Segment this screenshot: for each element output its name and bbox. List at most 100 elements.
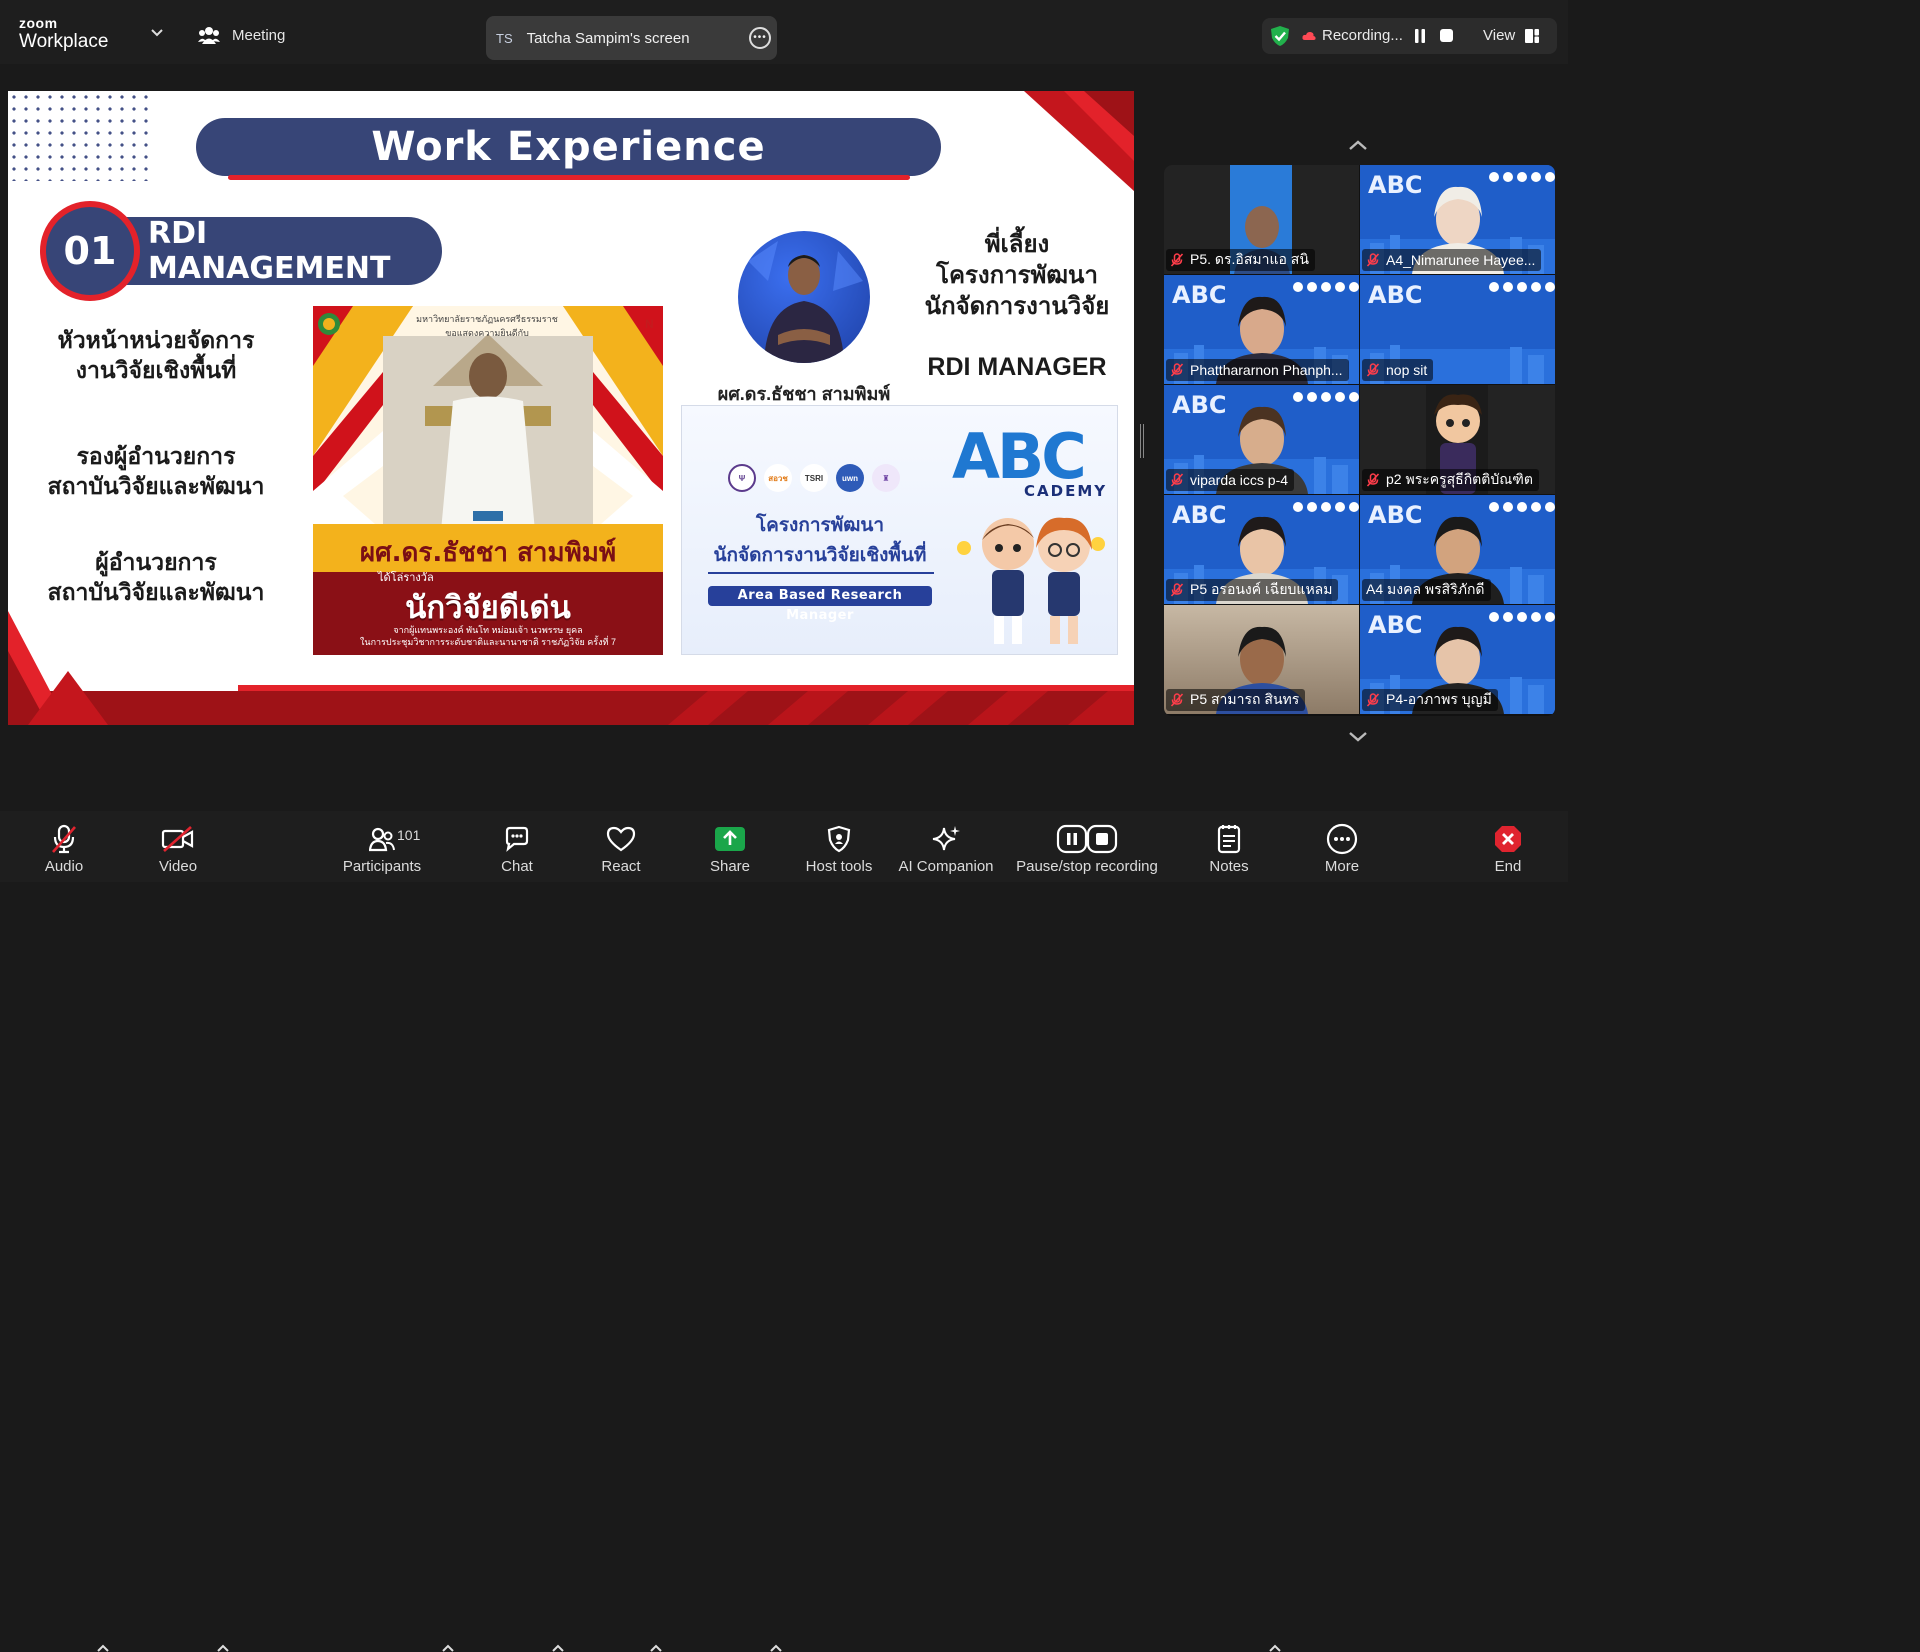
brand-bottom: Workplace — [19, 31, 109, 52]
gallery-scroll-up-icon[interactable] — [1346, 138, 1370, 152]
mentor-line2: โครงการพัฒนา — [936, 262, 1098, 289]
notes-button[interactable]: Notes — [1206, 811, 1252, 882]
notes-label: Notes — [1209, 858, 1249, 875]
presentation-slide: Work Experience RDI MANAGEMENT 01 หัวหน้… — [8, 91, 1134, 725]
award-footer-line2: ในการประชุมวิชาการระดับชาติและนานาชาติ ร… — [360, 637, 616, 647]
pause-stop-recording-icon — [1056, 824, 1118, 854]
award-footer: จากผู้แทนพระองค์ พันโท หม่อมเจ้า นวพรรษ … — [313, 624, 663, 648]
section-title-pill: RDI MANAGEMENT — [112, 216, 442, 286]
end-meeting-icon — [1495, 826, 1521, 852]
participant-name-label: viparda iccs p-4 — [1166, 469, 1295, 491]
recording-status-bar: Recording... View — [1262, 18, 1557, 54]
chat-options-caret-icon[interactable] — [552, 1644, 564, 1652]
participant-name-label: p2 พระครูสุธีกิตติบัณฑิต — [1362, 469, 1539, 491]
mic-muted-icon — [1170, 473, 1184, 487]
pause-stop-recording-button[interactable]: Pause/stop recording — [1012, 811, 1162, 882]
mentor-line1: พี่เลี้ยง — [984, 231, 1050, 258]
react-options-caret-icon[interactable] — [650, 1644, 662, 1652]
svg-text:N: N — [645, 317, 654, 331]
participant-tile[interactable]: ABC Phatthararnon Phanph... — [1164, 275, 1359, 384]
participants-options-caret-icon[interactable] — [442, 1644, 454, 1652]
mic-muted-icon — [52, 824, 76, 854]
audio-label: Audio — [44, 858, 84, 875]
participant-name-label: A4 มงคล พรสิริภักดี — [1362, 579, 1491, 601]
view-button[interactable]: View — [1483, 27, 1540, 44]
participants-button[interactable]: 101 Participants — [338, 811, 426, 882]
mic-muted-icon — [1366, 473, 1380, 487]
sparkle-icon — [932, 826, 960, 851]
notes-options-caret-icon[interactable] — [1269, 1644, 1281, 1652]
participant-gallery: P5. ดร.อิสมาแอ สนิ ABC A4_Nimarunee Hayee.… — [1164, 165, 1555, 716]
participant-name-label: P4-อาภาพร บุญมี — [1362, 689, 1498, 711]
chat-icon — [505, 826, 529, 852]
award-recipient-name: ผศ.ดร.ธัชชา สามพิมพ์ — [359, 538, 617, 568]
role-1: หัวหน้าหน่วยจัดการ งานวิจัยเชิงพื้นที่ — [28, 325, 284, 385]
sharer-initials: TS — [496, 30, 513, 46]
end-meeting-button[interactable]: End — [1488, 811, 1528, 882]
decorative-dots — [8, 91, 148, 181]
participant-tile[interactable]: ABC P4-อาภาพร บุญมี — [1360, 605, 1555, 714]
more-label: More — [1324, 858, 1360, 875]
gallery-scroll-down-icon[interactable] — [1346, 730, 1370, 744]
presenter-portrait — [738, 231, 870, 363]
more-options-icon[interactable]: ••• — [749, 27, 771, 49]
participant-name: A4_Nimarunee Hayee... — [1386, 252, 1536, 268]
participant-name: P5 อรอนงค์ เฉียบแหลม — [1190, 581, 1333, 597]
participant-tile[interactable]: ABC nop sit — [1360, 275, 1555, 384]
more-button[interactable]: More — [1320, 811, 1364, 882]
participant-name: Phatthararnon Phanph... — [1190, 362, 1343, 378]
partner-logo-2: TSRI — [800, 464, 828, 492]
video-options-caret-icon[interactable] — [217, 1644, 229, 1652]
participant-tile[interactable]: ABC A4_Nimarunee Hayee... — [1360, 165, 1555, 274]
award-header-line2: ขอแสดงความยินดีกับ — [445, 328, 529, 338]
mic-muted-icon — [1170, 253, 1184, 267]
pause-recording-icon[interactable] — [1414, 29, 1426, 43]
mic-muted-icon — [1366, 693, 1380, 707]
participant-name: p2 พระครูสุธีกิตติบัณฑิต — [1386, 471, 1533, 487]
top-bar: zoom Workplace Meeting TS Tatcha Sampim'… — [0, 0, 1568, 64]
mic-muted-icon — [1170, 363, 1184, 377]
participant-count: 101 — [397, 827, 421, 843]
participant-name: viparda iccs p-4 — [1190, 472, 1289, 488]
video-off-icon — [161, 826, 194, 852]
participant-tile[interactable]: P5. ดร.อิสมาแอ สนิ — [1164, 165, 1359, 274]
stop-recording-icon[interactable] — [1440, 29, 1453, 42]
participant-tile[interactable]: ABC A4 มงคล พรสิริภักดี — [1360, 495, 1555, 604]
section-number: 01 — [63, 229, 117, 273]
slide-title-banner: Work Experience — [196, 118, 941, 176]
participant-tile[interactable]: P5 สามารถ สินทร — [1164, 605, 1359, 714]
chat-button[interactable]: Chat — [496, 811, 538, 882]
host-tools-button[interactable]: Host tools — [800, 811, 878, 882]
chat-label: Chat — [501, 858, 533, 875]
mic-muted-icon — [1170, 693, 1184, 707]
video-button[interactable]: Video — [154, 811, 202, 882]
participant-tile[interactable]: p2 พระครูสุธีกิตติบัณฑิต — [1360, 385, 1555, 494]
participant-name-label: nop sit — [1362, 359, 1434, 381]
view-label: View — [1483, 27, 1516, 44]
split-view-handle[interactable] — [1140, 424, 1144, 458]
participant-tile[interactable]: ABC viparda iccs p-4 — [1164, 385, 1359, 494]
share-button[interactable]: Share — [708, 811, 752, 882]
security-shield-icon[interactable] — [1270, 25, 1290, 47]
people-icon — [198, 27, 220, 44]
presenter-name: ผศ.ดร.ธัชชา สามพิมพ์ — [717, 384, 891, 404]
react-button[interactable]: React — [598, 811, 644, 882]
abc-divider — [708, 572, 934, 574]
abc-logo-sub: CADEMY — [1024, 482, 1108, 500]
participant-name: P5 สามารถ สินทร — [1190, 691, 1300, 707]
share-options-caret-icon[interactable] — [770, 1644, 782, 1652]
audio-options-caret-icon[interactable] — [97, 1644, 109, 1652]
ai-companion-button[interactable]: AI Companion — [894, 811, 998, 882]
meeting-button[interactable]: Meeting — [198, 26, 285, 44]
slide-title: Work Experience — [371, 124, 766, 170]
chevron-down-icon[interactable] — [150, 28, 164, 38]
role-2-line2: สถาบันวิจัยและพัฒนา — [47, 473, 265, 499]
section-number-badge: 01 — [40, 201, 140, 301]
recording-indicator[interactable]: Recording... — [1302, 27, 1403, 44]
role-3-line2: สถาบันวิจัยและพัฒนา — [47, 579, 265, 605]
end-label: End — [1494, 858, 1522, 875]
participant-tile[interactable]: ABC P5 อรอนงค์ เฉียบแหลม — [1164, 495, 1359, 604]
audio-button[interactable]: Audio — [40, 811, 88, 882]
shared-screen-indicator[interactable]: TS Tatcha Sampim's screen ••• — [486, 16, 777, 60]
react-label: React — [601, 858, 641, 875]
